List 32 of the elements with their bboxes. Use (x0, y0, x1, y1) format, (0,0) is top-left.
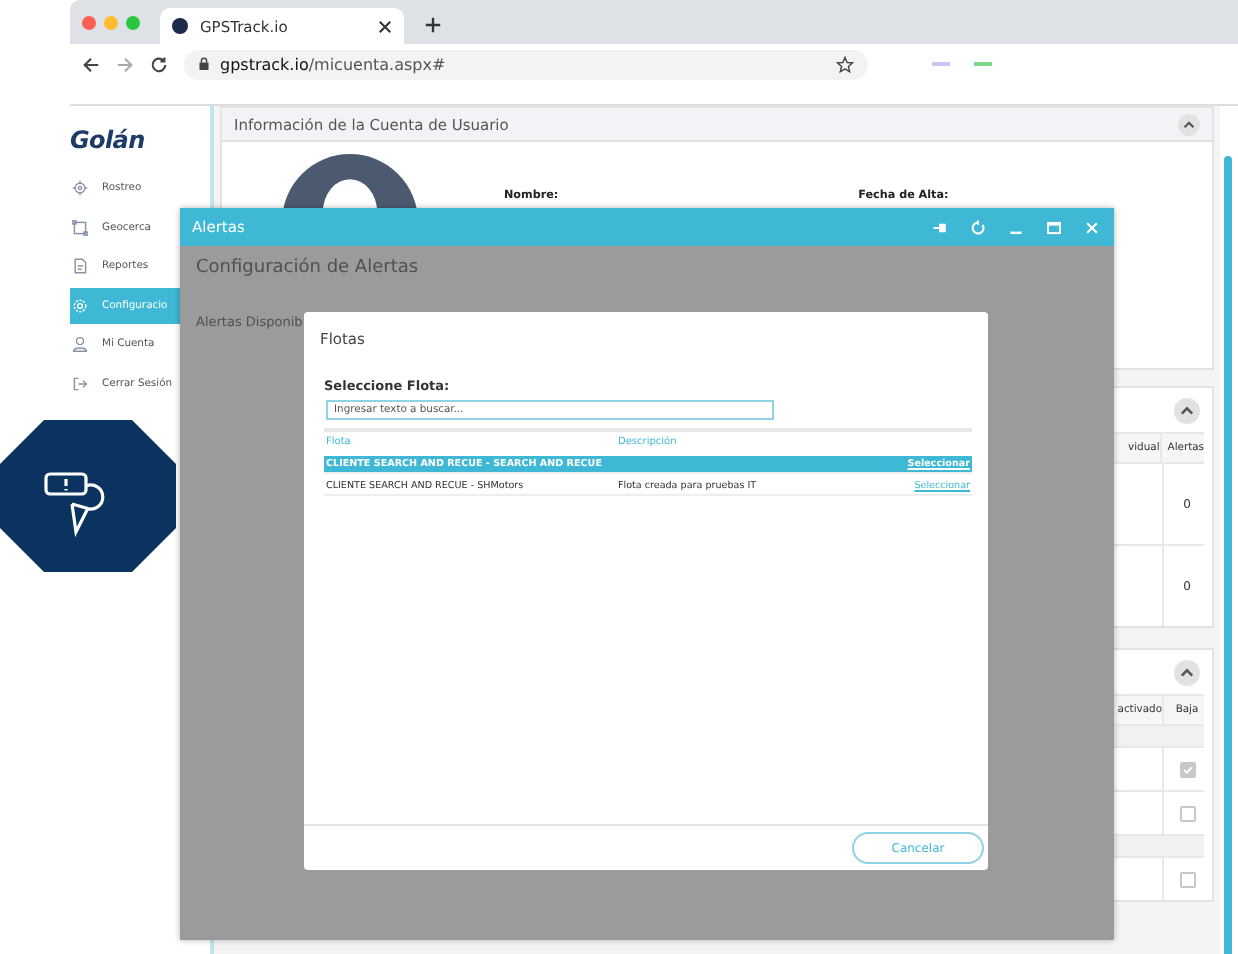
favicon-icon (172, 18, 188, 34)
area-icon (72, 219, 88, 235)
zoom-window-icon[interactable] (126, 15, 140, 29)
close-tab-icon[interactable] (378, 19, 392, 33)
collapse-button[interactable] (1178, 113, 1200, 135)
address-bar[interactable]: gpstrack.io/micuenta.aspx# (184, 49, 868, 79)
collapse-button[interactable] (1174, 397, 1200, 423)
target-icon (72, 180, 88, 196)
logo: Golán (70, 126, 147, 154)
back-icon[interactable] (82, 55, 100, 73)
checkbox[interactable] (1179, 871, 1195, 887)
scrollbar-thumb[interactable] (1224, 156, 1232, 954)
gear-icon (72, 297, 88, 313)
refresh-icon[interactable] (970, 219, 986, 235)
logout-icon (72, 375, 88, 391)
reload-icon[interactable] (150, 55, 168, 73)
user-icon (72, 336, 88, 352)
collapse-button[interactable] (1174, 659, 1200, 685)
star-icon[interactable] (836, 55, 854, 73)
lock-icon (198, 56, 210, 72)
forward-icon[interactable] (116, 55, 134, 73)
pin-icon[interactable] (932, 219, 948, 235)
checkbox[interactable] (1179, 805, 1195, 821)
url-text: gpstrack.io/micuenta.aspx# (220, 55, 448, 73)
checkbox[interactable] (1179, 761, 1195, 777)
report-icon (72, 258, 88, 274)
maximize-icon[interactable] (1046, 219, 1062, 235)
new-tab-icon[interactable] (424, 16, 442, 34)
window-heading: Configuración de Alertas (196, 258, 421, 278)
close-window-icon[interactable] (82, 15, 96, 29)
close-icon[interactable] (1084, 219, 1100, 235)
minimize-window-icon[interactable] (104, 15, 118, 29)
